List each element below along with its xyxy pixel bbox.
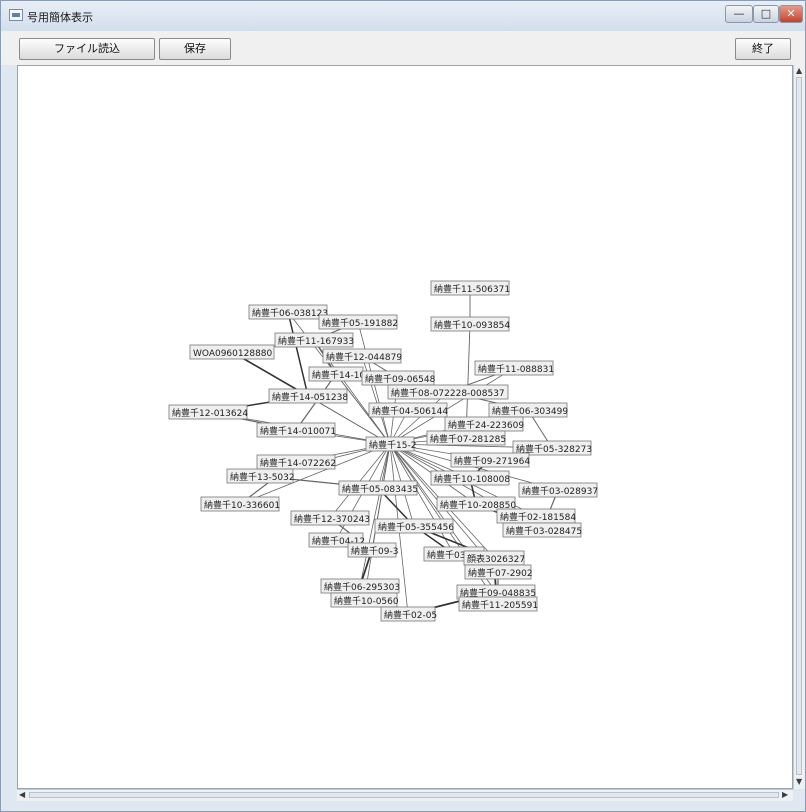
graph-node[interactable]: 納豊千07-281285 <box>426 430 506 446</box>
scroll-left-arrow-icon[interactable]: ◀ <box>19 790 25 800</box>
graph-node[interactable]: 納豊千05-355456 <box>374 518 454 534</box>
graph-node[interactable]: 納豊千06-038123 <box>248 304 328 320</box>
graph-node-label: 納豊千02-05 <box>384 609 437 621</box>
graph-node[interactable]: 納豊千14-10 <box>308 366 365 382</box>
graph-node[interactable]: 顔表3026327 <box>463 550 525 566</box>
graph-node[interactable]: 納豊千13-5032 <box>226 468 295 484</box>
graph-node[interactable]: 納豊千03-028475 <box>502 522 582 538</box>
graph-node[interactable]: 納豊千09-06548 <box>361 370 436 386</box>
scroll-right-arrow-icon[interactable]: ▶ <box>782 790 788 800</box>
toolbar: ファイル読込 保存 終了 <box>1 31 805 65</box>
scroll-down-arrow-icon[interactable]: ▼ <box>796 777 802 787</box>
graph-node-label: 納豊千03-028937 <box>522 485 598 497</box>
graph-node-label: 納豊千06-303499 <box>492 405 568 417</box>
graph-node-label: 納豊千14-051238 <box>272 391 348 403</box>
graph-node-label: 納豊千06-038123 <box>252 307 328 319</box>
graph-node-label: 納豊千10-0560 <box>334 595 399 607</box>
graph-node-label: 納豊千09-3 <box>351 545 398 557</box>
graph-node[interactable]: 納豊千06-295303 <box>320 578 400 594</box>
graph-node-label: 納豊千12-370243 <box>294 513 370 525</box>
graph-node[interactable]: 納豊千05-191882 <box>318 314 398 330</box>
graph-node[interactable]: 納豊千12-370243 <box>290 510 370 526</box>
graph-node-label: 納豊千07-281285 <box>430 433 506 445</box>
graph-node[interactable]: 納豊千12-044879 <box>322 348 402 364</box>
graph-node-label: 納豊千24-223609 <box>448 419 524 431</box>
graph-node[interactable]: 納豊千02-181584 <box>496 508 576 524</box>
graph-nodes: 納豊千11-506371納豊千10-093854納豊千06-038123納豊千0… <box>168 280 598 622</box>
graph-node[interactable]: 納豊千12-013624 <box>168 404 248 420</box>
graph-node-label: 納豊千14-072262 <box>260 457 336 469</box>
horizontal-scrollbar[interactable]: ◀ ▶ <box>17 789 793 801</box>
graph-node-label: 納豊千15-2 <box>369 439 416 451</box>
graph-node[interactable]: 納豊千09-3 <box>347 542 398 558</box>
graph-node[interactable]: 納豊千10-093854 <box>430 316 510 332</box>
graph-edge <box>361 355 391 445</box>
exit-button[interactable]: 終了 <box>735 38 791 60</box>
vertical-scrollbar[interactable]: ▲ ▼ <box>793 65 805 789</box>
graph-node[interactable]: 納豊千10-108008 <box>430 470 510 486</box>
app-icon <box>9 9 23 21</box>
graph-node-label: WOA0960128880 <box>193 349 273 359</box>
graph-node[interactable]: 納豊千10-336601 <box>200 496 280 512</box>
graph-node[interactable]: 納豊千04-506144 <box>368 402 448 418</box>
graph-node[interactable]: 納豊千11-205591 <box>458 596 538 612</box>
graph-node[interactable]: 納豊千06-303499 <box>488 402 568 418</box>
graph-node-label: 納豊千14-010071 <box>260 425 336 437</box>
minimize-button[interactable]: — <box>725 5 753 23</box>
network-graph[interactable]: 納豊千11-506371納豊千10-093854納豊千06-038123納豊千0… <box>18 66 792 788</box>
graph-node-label: 納豊千05-191882 <box>322 317 398 329</box>
graph-node-label: 納豊千10-336601 <box>204 499 280 511</box>
graph-node[interactable]: 納豊千14-072262 <box>256 454 336 470</box>
graph-node[interactable]: 納豊千02-05 <box>380 606 437 622</box>
graph-node-label: 納豊千11-205591 <box>462 599 538 611</box>
graph-node[interactable]: 納豊千07-2902 <box>464 564 533 580</box>
title-bar[interactable]: 号用簡体表示 — □ ✕ <box>1 1 805 31</box>
graph-node[interactable]: 納豊千08-072228-008537 <box>387 384 509 400</box>
graph-node[interactable]: 納豊千14-010071 <box>256 422 336 438</box>
graph-node[interactable]: 納豊千09-271964 <box>450 452 530 468</box>
graph-node[interactable]: 納豊千11-167933 <box>274 332 354 348</box>
horizontal-scroll-thumb[interactable] <box>29 792 779 798</box>
graph-node-label: 納豊千03-028475 <box>506 525 582 537</box>
graph-node-label: 納豊千04-506144 <box>372 405 448 417</box>
graph-node-label: 納豊千11-506371 <box>434 283 510 295</box>
graph-node-label: 納豊千14-10 <box>312 369 365 381</box>
close-button[interactable]: ✕ <box>779 5 803 23</box>
scroll-up-arrow-icon[interactable]: ▲ <box>796 66 802 76</box>
graph-node[interactable]: 納豊千05-083435 <box>338 480 418 496</box>
graph-node-label: 納豊千07-2902 <box>468 567 533 579</box>
graph-node-label: 納豊千11-167933 <box>278 335 354 347</box>
graph-node[interactable]: 納豊千24-223609 <box>444 416 524 432</box>
graph-node[interactable]: 納豊千11-088831 <box>474 360 554 376</box>
graph-node[interactable]: 納豊千11-506371 <box>430 280 510 296</box>
graph-node-label: 納豊千02-181584 <box>500 511 576 523</box>
application-window: 号用簡体表示 — □ ✕ ファイル読込 保存 終了 納豊千11-506371 納豊… <box>0 0 806 812</box>
graph-node-label: 納豊千09-271964 <box>454 455 530 467</box>
window-title: 号用簡体表示 <box>27 11 93 24</box>
graph-node[interactable]: 納豊千14-051238 <box>268 388 348 404</box>
graph-node-label: 納豊千10-108008 <box>434 473 510 485</box>
load-file-button[interactable]: ファイル読込 <box>19 38 155 60</box>
graph-node-label: 納豊千12-013624 <box>172 407 248 419</box>
graph-node-label: 納豊千05-355456 <box>378 521 454 533</box>
graph-node-label: 納豊千11-088831 <box>478 363 554 375</box>
graph-node-label: 納豊千06-295303 <box>324 581 400 593</box>
graph-node-label: 納豊千10-093854 <box>434 319 510 331</box>
graph-node-label: 納豊千05-083435 <box>342 483 418 495</box>
graph-node[interactable]: WOA0960128880 <box>189 344 275 360</box>
graph-node-label: 納豊千13-5032 <box>230 471 295 483</box>
graph-canvas[interactable]: 納豊千11-506371 納豊千10-093854 納豊千06-038123 納豊千0… <box>17 65 793 789</box>
maximize-button[interactable]: □ <box>753 5 779 23</box>
graph-node-label: 納豊千09-06548 <box>365 373 436 385</box>
graph-node-label: 顔表3026327 <box>467 553 525 565</box>
graph-node-label: 納豊千12-044879 <box>326 351 402 363</box>
graph-node[interactable]: 納豊千10-0560 <box>330 592 399 608</box>
graph-node[interactable]: 納豊千03-028937 <box>518 482 598 498</box>
vertical-scroll-thumb[interactable] <box>796 77 802 775</box>
graph-node-label: 納豊千08-072228-008537 <box>391 387 505 399</box>
graph-node[interactable]: 納豊千15-2 <box>365 436 416 452</box>
save-button[interactable]: 保存 <box>159 38 231 60</box>
